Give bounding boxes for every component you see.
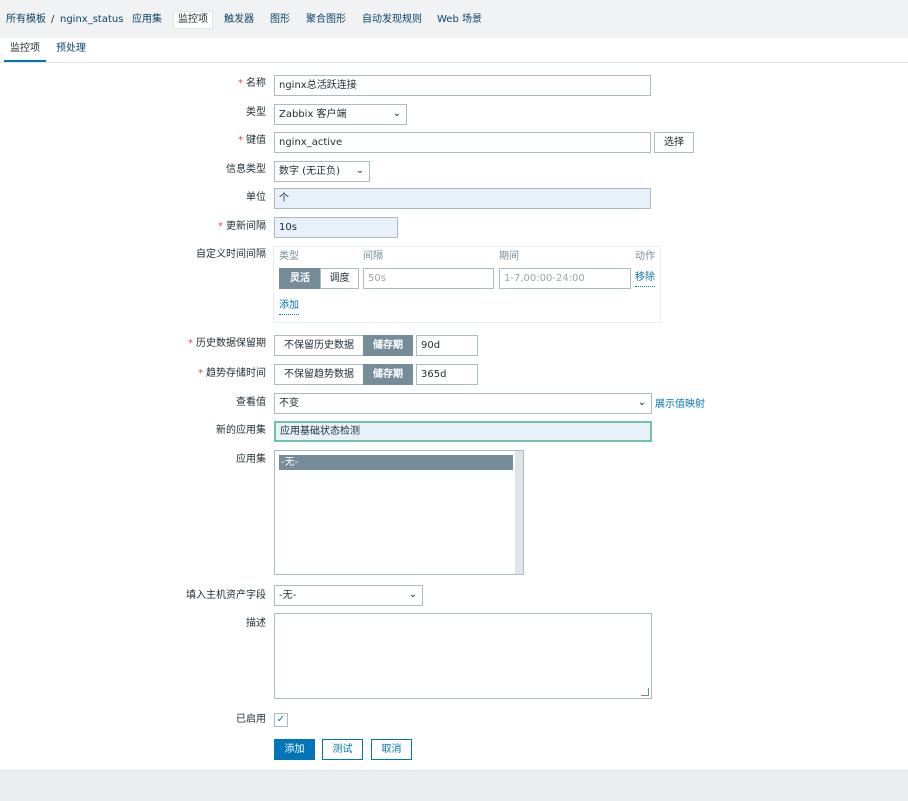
item-form-panel: 监控项 预处理 * 名称 nginx总活跃连接 类型 Zabbix 客户端 ⌄ * 键… bbox=[0, 38, 908, 771]
history-storage-period-button[interactable]: 储存期 bbox=[363, 335, 413, 356]
history-do-not-keep-button[interactable]: 不保留历史数据 bbox=[274, 335, 364, 356]
type-select[interactable]: Zabbix 客户端 ⌄ bbox=[274, 104, 407, 125]
nav-triggers[interactable]: 触发器 bbox=[224, 12, 254, 28]
trends-storage-period-button[interactable]: 储存期 bbox=[363, 364, 413, 385]
chevron-down-icon: ⌄ bbox=[408, 589, 418, 600]
required-mark: * bbox=[188, 338, 193, 349]
nav-applications[interactable]: 应用集 bbox=[132, 12, 162, 28]
new-application-input[interactable]: 应用基础状态检测 bbox=[274, 421, 652, 442]
test-button[interactable]: 测试 bbox=[322, 739, 363, 760]
valuemap-select[interactable]: 不变 ⌄ bbox=[274, 393, 652, 414]
nav-screens[interactable]: 聚合图形 bbox=[306, 12, 346, 28]
chevron-down-icon: ⌄ bbox=[355, 165, 365, 176]
resize-handle-icon[interactable] bbox=[641, 688, 649, 696]
nav-graphs[interactable]: 图形 bbox=[270, 12, 290, 28]
header-navigation: 所有模板 / nginx_status 应用集 监控项 触发器 图形 聚合图形 … bbox=[0, 0, 908, 39]
units-input[interactable]: 个 bbox=[274, 188, 651, 209]
application-option-none[interactable]: -无- bbox=[279, 455, 513, 470]
col-period-header: 期间 bbox=[499, 251, 519, 262]
history-label: * 历史数据保留期 bbox=[188, 338, 266, 349]
update-interval-label: * 更新间隔 bbox=[218, 221, 266, 232]
required-mark: * bbox=[198, 368, 203, 379]
enabled-label: 已启用 bbox=[236, 714, 266, 725]
nav-discovery-rules[interactable]: 自动发现规则 bbox=[362, 12, 422, 28]
trends-period-input[interactable]: 365d bbox=[416, 364, 478, 385]
description-label: 描述 bbox=[246, 618, 266, 629]
add-button[interactable]: 添加 bbox=[274, 739, 315, 760]
trends-label: * 趋势存储时间 bbox=[198, 368, 266, 379]
breadcrumb-all-templates[interactable]: 所有模板 bbox=[6, 12, 46, 28]
col-type-header: 类型 bbox=[279, 251, 299, 262]
custom-intervals-label: 自定义时间间隔 bbox=[196, 249, 266, 260]
col-action-header: 动作 bbox=[635, 251, 655, 262]
remove-interval-link[interactable]: 移除 bbox=[635, 270, 655, 287]
required-mark: * bbox=[238, 78, 243, 89]
new-application-label: 新的应用集 bbox=[216, 425, 266, 436]
description-textarea[interactable] bbox=[274, 613, 652, 699]
form-tabs: 监控项 预处理 bbox=[0, 38, 908, 63]
interval-input[interactable]: 50s bbox=[363, 268, 494, 289]
chevron-down-icon: ⌄ bbox=[637, 397, 647, 408]
chevron-down-icon: ⌄ bbox=[392, 108, 402, 119]
nav-web-scenarios[interactable]: Web 场景 bbox=[437, 12, 482, 28]
checkmark-icon: ✓ bbox=[276, 714, 286, 725]
info-type-label: 信息类型 bbox=[226, 164, 266, 175]
show-value-mappings-link[interactable]: 展示值映射 bbox=[655, 397, 705, 413]
breadcrumb-separator: / bbox=[51, 14, 55, 25]
custom-intervals-table: 类型 间隔 期间 动作 灵活 调度 50s 1-7,00:00-24:00 移除… bbox=[273, 246, 661, 323]
name-input[interactable]: nginx总活跃连接 bbox=[274, 75, 651, 96]
tab-item[interactable]: 监控项 bbox=[4, 38, 46, 62]
inventory-label: 填入主机资产字段 bbox=[186, 590, 266, 601]
applications-label: 应用集 bbox=[236, 454, 266, 465]
tab-preprocessing[interactable]: 预处理 bbox=[50, 38, 92, 60]
info-type-select[interactable]: 数字 (无正负) ⌄ bbox=[274, 161, 370, 182]
key-select-button[interactable]: 选择 bbox=[654, 132, 694, 153]
required-mark: * bbox=[238, 135, 243, 146]
nav-items[interactable]: 监控项 bbox=[173, 11, 213, 29]
breadcrumb-template[interactable]: nginx_status bbox=[60, 12, 123, 28]
cancel-button[interactable]: 取消 bbox=[371, 739, 412, 760]
col-interval-header: 间隔 bbox=[363, 251, 383, 262]
add-interval-link[interactable]: 添加 bbox=[279, 298, 299, 315]
required-mark: * bbox=[218, 221, 223, 232]
update-interval-input[interactable]: 10s bbox=[274, 217, 398, 238]
type-label: 类型 bbox=[246, 107, 266, 118]
name-label: * 名称 bbox=[238, 78, 266, 89]
inventory-select[interactable]: -无- ⌄ bbox=[274, 585, 423, 606]
valuemap-label: 查看值 bbox=[236, 397, 266, 408]
units-label: 单位 bbox=[246, 192, 266, 203]
history-period-input[interactable]: 90d bbox=[416, 335, 478, 356]
mode-scheduling-button[interactable]: 调度 bbox=[320, 268, 359, 289]
applications-listbox[interactable]: -无- bbox=[274, 450, 524, 575]
key-input[interactable]: nginx_active bbox=[274, 132, 651, 153]
trends-do-not-keep-button[interactable]: 不保留趋势数据 bbox=[274, 364, 364, 385]
listbox-scrollbar[interactable] bbox=[515, 451, 523, 574]
key-label: * 键值 bbox=[238, 135, 266, 146]
enabled-checkbox[interactable]: ✓ bbox=[274, 713, 288, 727]
mode-flexible-button[interactable]: 灵活 bbox=[279, 268, 321, 289]
period-input[interactable]: 1-7,00:00-24:00 bbox=[499, 268, 631, 289]
